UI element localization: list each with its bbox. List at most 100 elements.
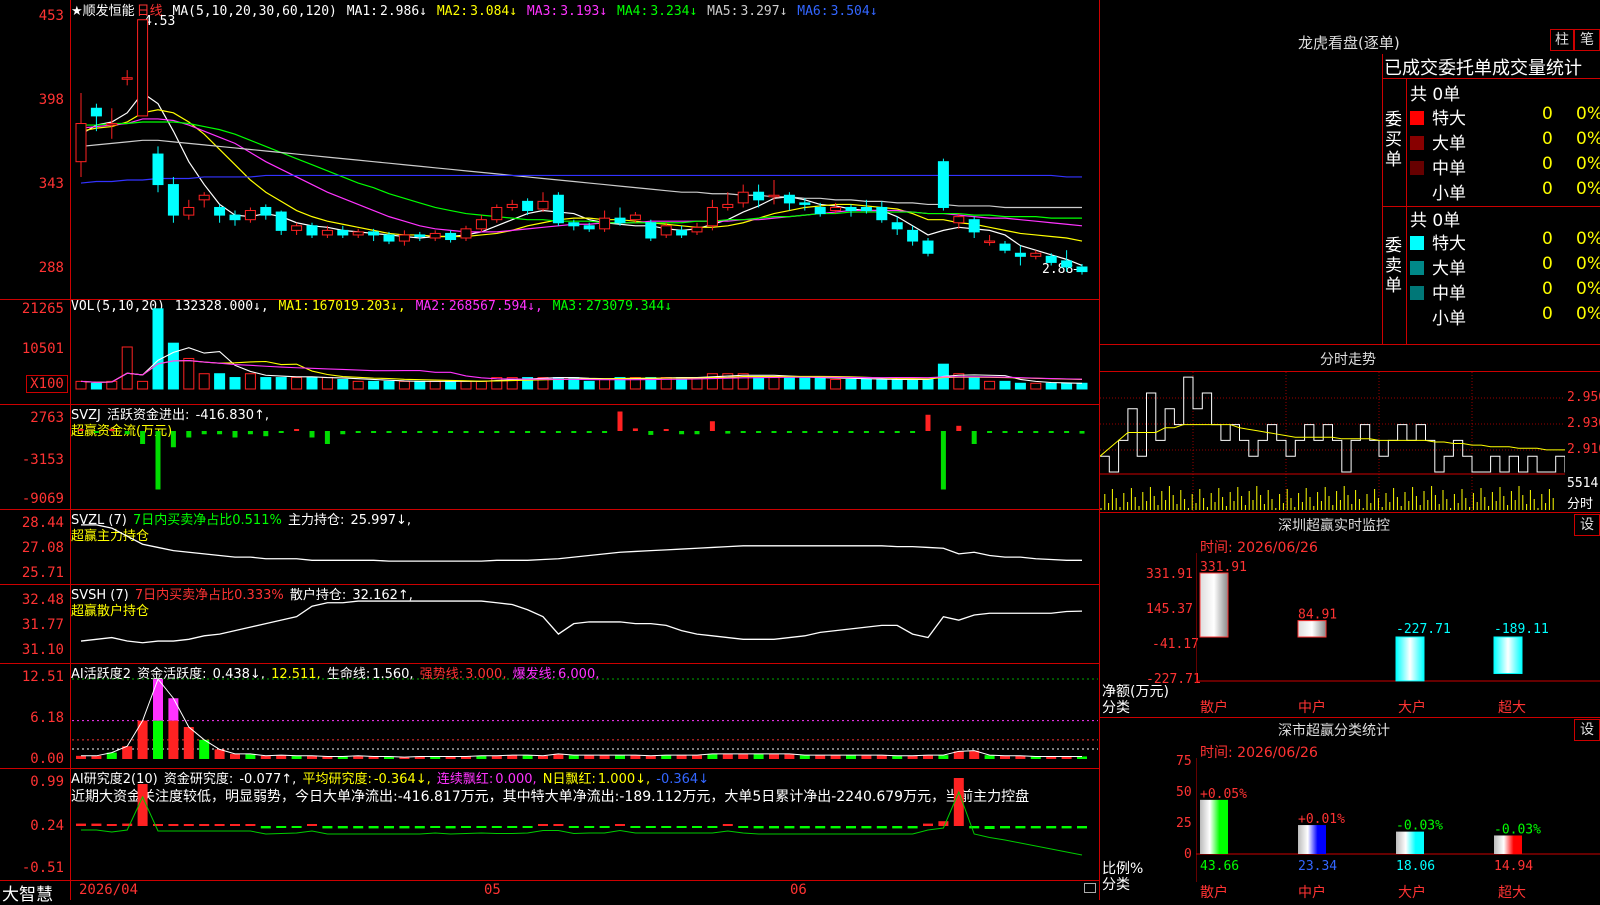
fund-flow-bar xyxy=(663,429,669,431)
volume-bar xyxy=(999,380,1011,390)
fund-flow-bar xyxy=(679,431,685,435)
research-bar xyxy=(491,826,502,828)
longhu-title: 龙虎看盘(逐单) xyxy=(1298,34,1400,52)
fund-flow-bar xyxy=(756,431,762,433)
research-bar xyxy=(907,826,918,829)
fund-flow-bar xyxy=(247,431,253,435)
fund-flow-bar xyxy=(509,431,515,433)
fund-flow-bar xyxy=(448,431,454,433)
sz-monitor-settings-button[interactable]: 设 xyxy=(1574,514,1600,536)
fund-flow-bar xyxy=(863,431,869,433)
sz-class-chart[interactable]: +0.05% 43.66 +0.01% 23.34 -0.03% 18.06 -0.03% 1… xyxy=(1196,758,1600,882)
x-label: 2026/04 xyxy=(79,882,139,898)
candle xyxy=(753,191,765,201)
research-bar xyxy=(476,826,487,828)
candle xyxy=(645,222,657,239)
sz-monitor-chart[interactable]: 331.91 84.91 -227.71 -189.11 xyxy=(1196,553,1600,698)
fund-flow-bar xyxy=(386,431,392,433)
fund-flow-bar xyxy=(709,421,715,431)
legend-swatch xyxy=(1410,161,1424,175)
fund-flow-bar xyxy=(956,425,962,431)
fund-flow-bar xyxy=(555,431,561,433)
svsh-line[interactable] xyxy=(72,584,1098,660)
candle xyxy=(999,243,1011,251)
volume-panel[interactable]: VOL(5,10,20) 132328.000↓, MA1: 167019.203… xyxy=(0,299,1100,403)
order-percent: 0% xyxy=(1576,129,1600,149)
research-bar xyxy=(722,824,733,826)
fund-flow-bar xyxy=(1017,431,1023,433)
ai-research-panel[interactable]: AI研究度2(10) 资金研究度: -0.077↑, 平均研究度: -0.364↓… xyxy=(0,768,1100,880)
fund-flow-bar xyxy=(340,431,346,435)
y-axis-line xyxy=(70,0,71,900)
research-bar xyxy=(183,824,194,826)
candle xyxy=(522,200,534,212)
volume-bar xyxy=(291,377,303,390)
fund-flow-bar xyxy=(232,431,238,438)
tick-view-button[interactable]: 笔 xyxy=(1574,29,1600,51)
candle xyxy=(321,229,333,236)
fund-flow-bar xyxy=(201,431,207,435)
svsh-panel[interactable]: SVSH (7) 7日内买卖净占比0.333% 散户持仓: 32.162↑, 超… xyxy=(0,584,1100,662)
svzj-bars[interactable] xyxy=(72,404,1098,506)
price-panel[interactable]: ★顺发恒能 日线 MA(5,10,20,30,60,120) MA1: 2.986↓… xyxy=(0,0,1100,300)
price-tick: 343 xyxy=(38,176,64,192)
ai-activity-bars[interactable] xyxy=(72,663,1098,765)
fund-flow-bar xyxy=(217,431,223,435)
volume-bar xyxy=(1030,382,1042,390)
candle xyxy=(1045,255,1057,263)
volume-bar xyxy=(398,380,410,390)
volume-bar xyxy=(414,380,426,390)
candle xyxy=(260,206,272,216)
candle xyxy=(445,232,457,241)
fund-flow-bar xyxy=(786,431,792,433)
candle xyxy=(275,211,287,231)
buy-row-1: 大单 0 0% xyxy=(1410,129,1600,154)
candle xyxy=(676,229,688,236)
fund-flow-bar xyxy=(170,431,176,448)
price-tick: 453 xyxy=(38,8,64,24)
ratio-value: 43.66 xyxy=(1200,859,1239,874)
fund-flow-bar xyxy=(571,431,577,433)
research-avg-line xyxy=(81,790,1083,856)
fund-flow-bar xyxy=(1048,431,1054,433)
research-bar xyxy=(91,823,102,826)
candlestick-chart[interactable] xyxy=(72,0,1098,298)
buy-label: 委买单 xyxy=(1385,110,1402,170)
fund-flow-bar xyxy=(140,431,146,444)
lock-icon[interactable] xyxy=(1084,883,1096,893)
column-view-button[interactable]: 柱 xyxy=(1550,29,1574,51)
candle xyxy=(660,225,672,236)
order-count: 0 xyxy=(1542,254,1553,274)
sz-class-settings-button[interactable]: 设 xyxy=(1574,719,1600,741)
volume-bars[interactable] xyxy=(72,299,1098,401)
activity-bar xyxy=(168,720,179,759)
svzl-panel[interactable]: SVZL (7) 7日内买卖净占比0.511% 主力持仓: 25.997↓, 超… xyxy=(0,509,1100,583)
order-size-label: 小单 xyxy=(1432,309,1466,329)
research-bar xyxy=(861,826,872,829)
main-holding-line xyxy=(81,524,1082,562)
svsh-tick: 32.48 xyxy=(21,592,64,608)
ratio-bar xyxy=(1298,825,1326,854)
research-bar xyxy=(1046,826,1057,829)
chart-area[interactable]: ★顺发恒能 日线 MA(5,10,20,30,60,120) MA1: 2.986↓… xyxy=(0,0,1100,905)
intraday-chart[interactable] xyxy=(1100,372,1565,512)
svzj-panel[interactable]: SVZJ 活跃资金进出: -416.830↑, 超赢资金流(万元) 2763 -… xyxy=(0,404,1100,508)
volume-bar xyxy=(429,380,441,390)
research-bar xyxy=(230,824,240,826)
net-amount-value: 331.91 xyxy=(1200,560,1247,575)
candle xyxy=(629,214,641,221)
candle xyxy=(506,203,518,208)
buy-total: 共 0单 xyxy=(1410,85,1461,105)
activity-burst-bar xyxy=(153,679,163,721)
ai-research-bars[interactable] xyxy=(72,768,1098,878)
candle xyxy=(152,153,164,186)
sell-label: 委卖单 xyxy=(1385,236,1402,296)
volume-bar xyxy=(121,346,133,390)
fund-flow-bar xyxy=(540,431,546,433)
buy-row-0: 特大 0 0% xyxy=(1410,104,1600,129)
sz-monitor-tick: 145.37 xyxy=(1146,602,1193,617)
ai-activity-panel[interactable]: AI活跃度2 资金活跃度: 0.438↓, 12.511, 生命线: 1.560,… xyxy=(0,663,1100,767)
research-bar xyxy=(661,826,672,828)
svzl-line[interactable] xyxy=(72,509,1098,581)
right-panel: 龙虎看盘(逐单) 柱 笔 已成交委托单成交量统计 委买单 委卖单 共 0单 共 … xyxy=(1100,0,1600,901)
